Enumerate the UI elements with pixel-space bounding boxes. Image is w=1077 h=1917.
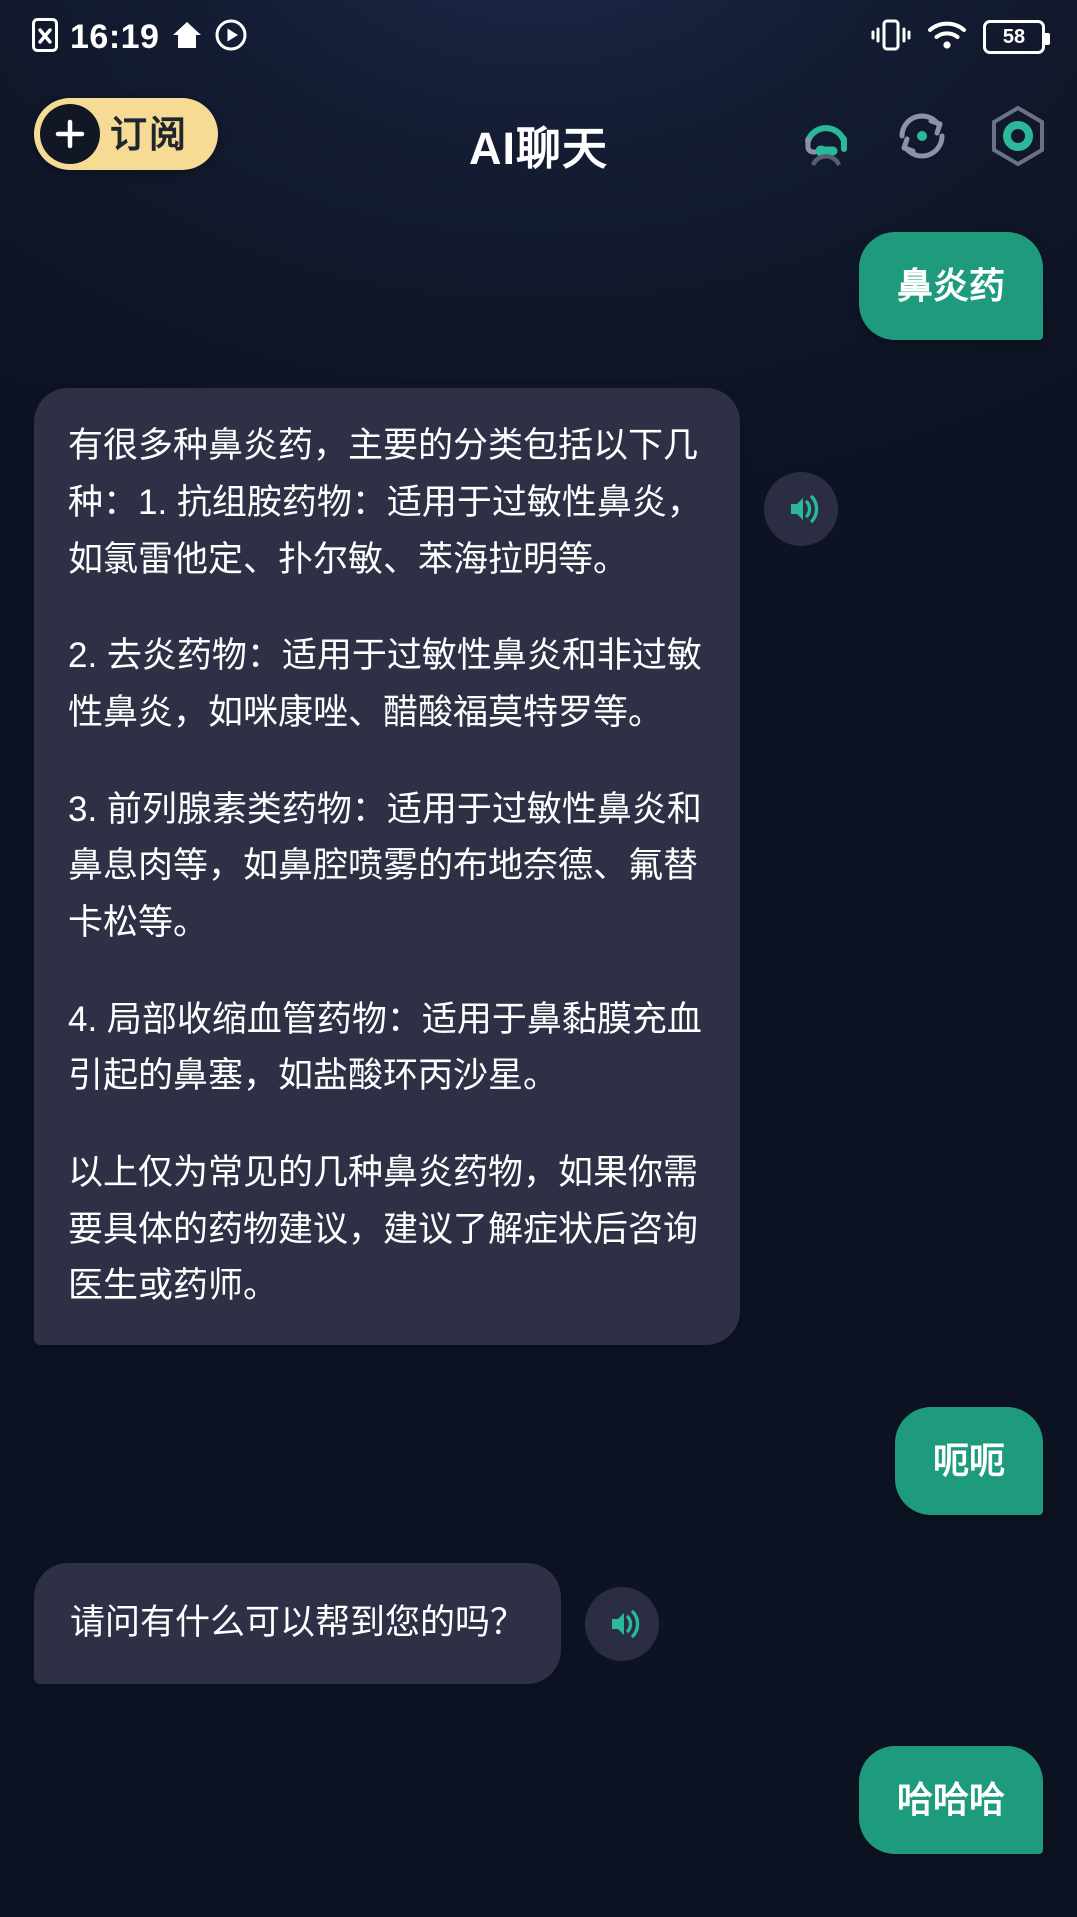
no-sim-icon <box>32 17 58 57</box>
chat-row-bot: 请问有什么可以帮到您的吗？ <box>34 1563 1043 1684</box>
message-bubble-user[interactable]: 哈哈哈 <box>858 1746 1043 1855</box>
message-paragraph: 2. 去炎药物：适用于过敏性鼻炎和非过敏性鼻炎，如咪康唑、醋酸福莫特罗等。 <box>68 636 702 732</box>
message-paragraph: 以上仅为常见的几种鼻炎药物，如果你需要具体的药物建议，建议了解症状后咨询医生或药… <box>68 1153 699 1306</box>
chat-row-user: 呃呃 <box>34 1407 1043 1516</box>
vibrate-icon <box>871 18 911 57</box>
message-bubble-bot[interactable]: 有很多种鼻炎药，主要的分类包括以下几种：1. 抗组胺药物：适用于过敏性鼻炎，如氯… <box>34 388 741 1346</box>
message-bubble-bot[interactable]: 请问有什么可以帮到您的吗？ <box>34 1563 562 1684</box>
home-icon <box>171 19 203 56</box>
refresh-icon[interactable] <box>889 103 955 169</box>
hexagon-icon[interactable] <box>985 103 1051 169</box>
message-paragraph: 4. 局部收缩血管药物：适用于鼻黏膜充血引起的鼻塞，如盐酸环丙沙星。 <box>68 999 702 1096</box>
message-bubble-user[interactable]: 鼻炎药 <box>858 232 1043 341</box>
play-icon <box>215 19 247 56</box>
status-bar-left: 16:19 <box>32 17 247 57</box>
headset-agent-icon[interactable] <box>793 103 859 169</box>
chat-row-user: 哈哈哈 <box>34 1746 1043 1855</box>
battery-icon: 58 <box>983 20 1050 54</box>
header-actions <box>793 103 1051 169</box>
app-header: 订阅 AI聊天 <box>0 76 1077 194</box>
status-bar-time: 16:19 <box>70 18 160 56</box>
status-bar-right: 58 <box>871 18 1050 57</box>
status-bar: 16:19 58 <box>0 0 1077 74</box>
message-paragraph: 有很多种鼻炎药，主要的分类包括以下几种：1. 抗组胺药物：适用于过敏性鼻炎，如氯… <box>68 426 702 579</box>
speaker-icon[interactable] <box>585 1586 660 1661</box>
chat-screen: 16:19 58 订阅 AI聊天 鼻炎药 有很多种鼻炎药，主要的分类包括以下几种… <box>0 0 1077 1917</box>
message-paragraph: 3. 前列腺素类药物：适用于过敏性鼻炎和鼻息肉等，如鼻腔喷雾的布地奈德、氟替卡松… <box>68 789 702 942</box>
speaker-icon[interactable] <box>764 472 839 547</box>
message-bubble-user[interactable]: 呃呃 <box>894 1407 1043 1516</box>
chat-row-user: 鼻炎药 <box>34 232 1043 341</box>
chat-message-list[interactable]: 鼻炎药 有很多种鼻炎药，主要的分类包括以下几种：1. 抗组胺药物：适用于过敏性鼻… <box>0 196 1077 1917</box>
battery-level: 58 <box>1002 26 1026 48</box>
chat-row-bot: 有很多种鼻炎药，主要的分类包括以下几种：1. 抗组胺药物：适用于过敏性鼻炎，如氯… <box>34 388 1043 1346</box>
wifi-icon <box>927 19 967 56</box>
